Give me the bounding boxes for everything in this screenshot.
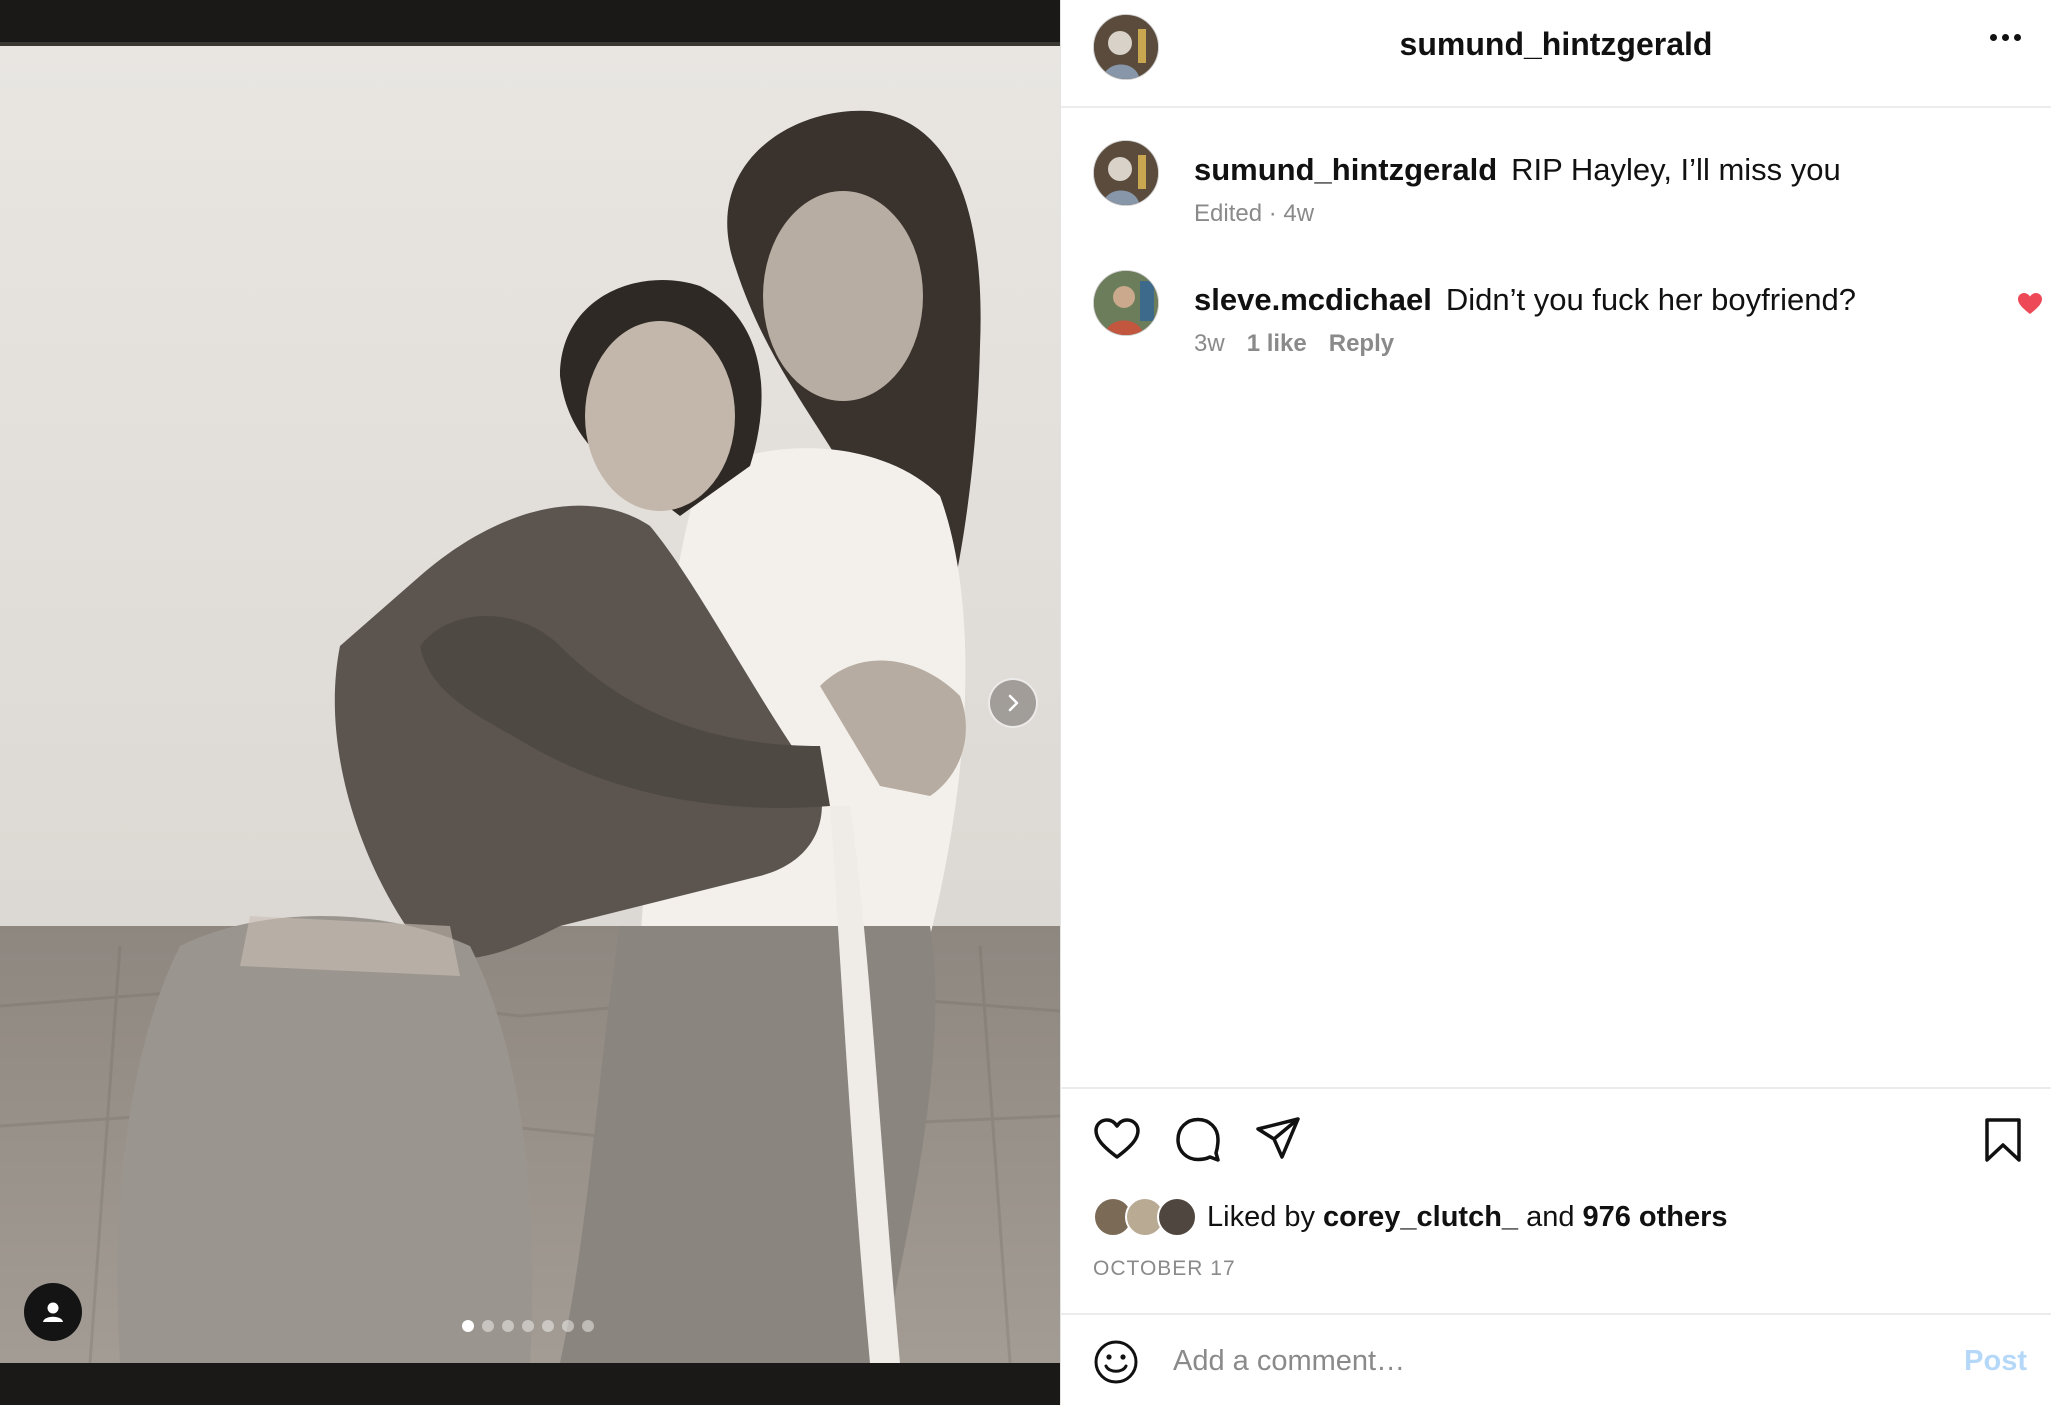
liked-by-others[interactable]: 976 others bbox=[1582, 1201, 1727, 1234]
header-username[interactable]: sumund_hintzgerald bbox=[1061, 26, 2051, 63]
user-tag-button[interactable] bbox=[24, 1283, 82, 1341]
post-comment-button[interactable]: Post bbox=[1964, 1345, 2027, 1378]
carousel-dot bbox=[462, 1320, 474, 1332]
liked-by-and: and bbox=[1526, 1200, 1575, 1233]
user-tag-icon bbox=[43, 1302, 63, 1322]
liked-by-prefix: Liked by bbox=[1207, 1200, 1316, 1233]
mini-avatar bbox=[1157, 1197, 1197, 1237]
caption-meta: Edited · 4w bbox=[1194, 200, 1315, 227]
post-media bbox=[0, 0, 1060, 1405]
carousel-dot bbox=[502, 1320, 514, 1332]
comment-time: 3w bbox=[1194, 330, 1225, 357]
photo-illustration bbox=[0, 46, 1060, 1363]
heart-filled-icon bbox=[2018, 293, 2042, 314]
carousel-dot bbox=[582, 1320, 594, 1332]
more-dot bbox=[1990, 34, 1997, 41]
caption-line: sumund_hintzgerald RIP Hayley, I’ll miss … bbox=[1194, 152, 1841, 188]
heart-icon[interactable] bbox=[1093, 1117, 1141, 1166]
avatar-image bbox=[1094, 271, 1158, 335]
send-icon[interactable] bbox=[1254, 1115, 1302, 1168]
carousel-next-button[interactable] bbox=[988, 678, 1038, 728]
comment-like-button[interactable] bbox=[2017, 292, 2043, 321]
comment-text: Didn’t you fuck her boyfriend? bbox=[1445, 282, 1856, 317]
post-photo[interactable] bbox=[0, 46, 1060, 1363]
smiley-icon[interactable] bbox=[1093, 1339, 1139, 1390]
comment-line: sleve.mcdichael Didn’t you fuck her boyfr… bbox=[1194, 282, 1856, 318]
comment-username[interactable]: sleve.mcdichael bbox=[1194, 282, 1432, 317]
more-dot bbox=[2002, 34, 2009, 41]
carousel-dot bbox=[522, 1320, 534, 1332]
carousel-dots bbox=[462, 1320, 594, 1332]
bookmark-icon[interactable] bbox=[1983, 1117, 2023, 1168]
post-sidebar: sumund_hintzgerald sumund_hintzgerald RIP… bbox=[1060, 0, 2051, 1405]
post-date: OCTOBER 17 bbox=[1093, 1257, 1236, 1280]
avatar[interactable] bbox=[1093, 270, 1159, 336]
media-top-bar bbox=[0, 0, 1060, 46]
more-dot bbox=[2014, 34, 2021, 41]
comment-likes-count[interactable]: 1 like bbox=[1247, 330, 1307, 357]
caption-text: RIP Hayley, I’ll miss you bbox=[1511, 152, 1841, 187]
post-actions: Liked by corey_clutch_ and 976 others OC… bbox=[1061, 1087, 2051, 1313]
add-comment-bar: Post bbox=[1061, 1313, 2051, 1405]
liked-by-avatars[interactable] bbox=[1093, 1197, 1197, 1237]
comment-bubble-icon[interactable] bbox=[1174, 1115, 1222, 1168]
caption-username[interactable]: sumund_hintzgerald bbox=[1194, 152, 1497, 187]
comment-meta: 3w 1 like Reply bbox=[1194, 330, 1394, 358]
comment-reply-button[interactable]: Reply bbox=[1329, 330, 1394, 357]
more-horizontal-icon[interactable] bbox=[1990, 34, 2021, 41]
chevron-right-icon bbox=[1008, 694, 1019, 712]
liked-by-row: Liked by corey_clutch_ and 976 others bbox=[1093, 1195, 1728, 1239]
carousel-dot bbox=[542, 1320, 554, 1332]
carousel-dot bbox=[562, 1320, 574, 1332]
post-header: sumund_hintzgerald bbox=[1061, 0, 2051, 108]
avatar-image bbox=[1094, 141, 1158, 205]
carousel-dot bbox=[482, 1320, 494, 1332]
media-bottom-bar bbox=[0, 1363, 1060, 1405]
avatar[interactable] bbox=[1093, 140, 1159, 206]
comment-input[interactable] bbox=[1171, 1337, 1891, 1385]
liked-by-user[interactable]: corey_clutch_ bbox=[1323, 1201, 1518, 1234]
